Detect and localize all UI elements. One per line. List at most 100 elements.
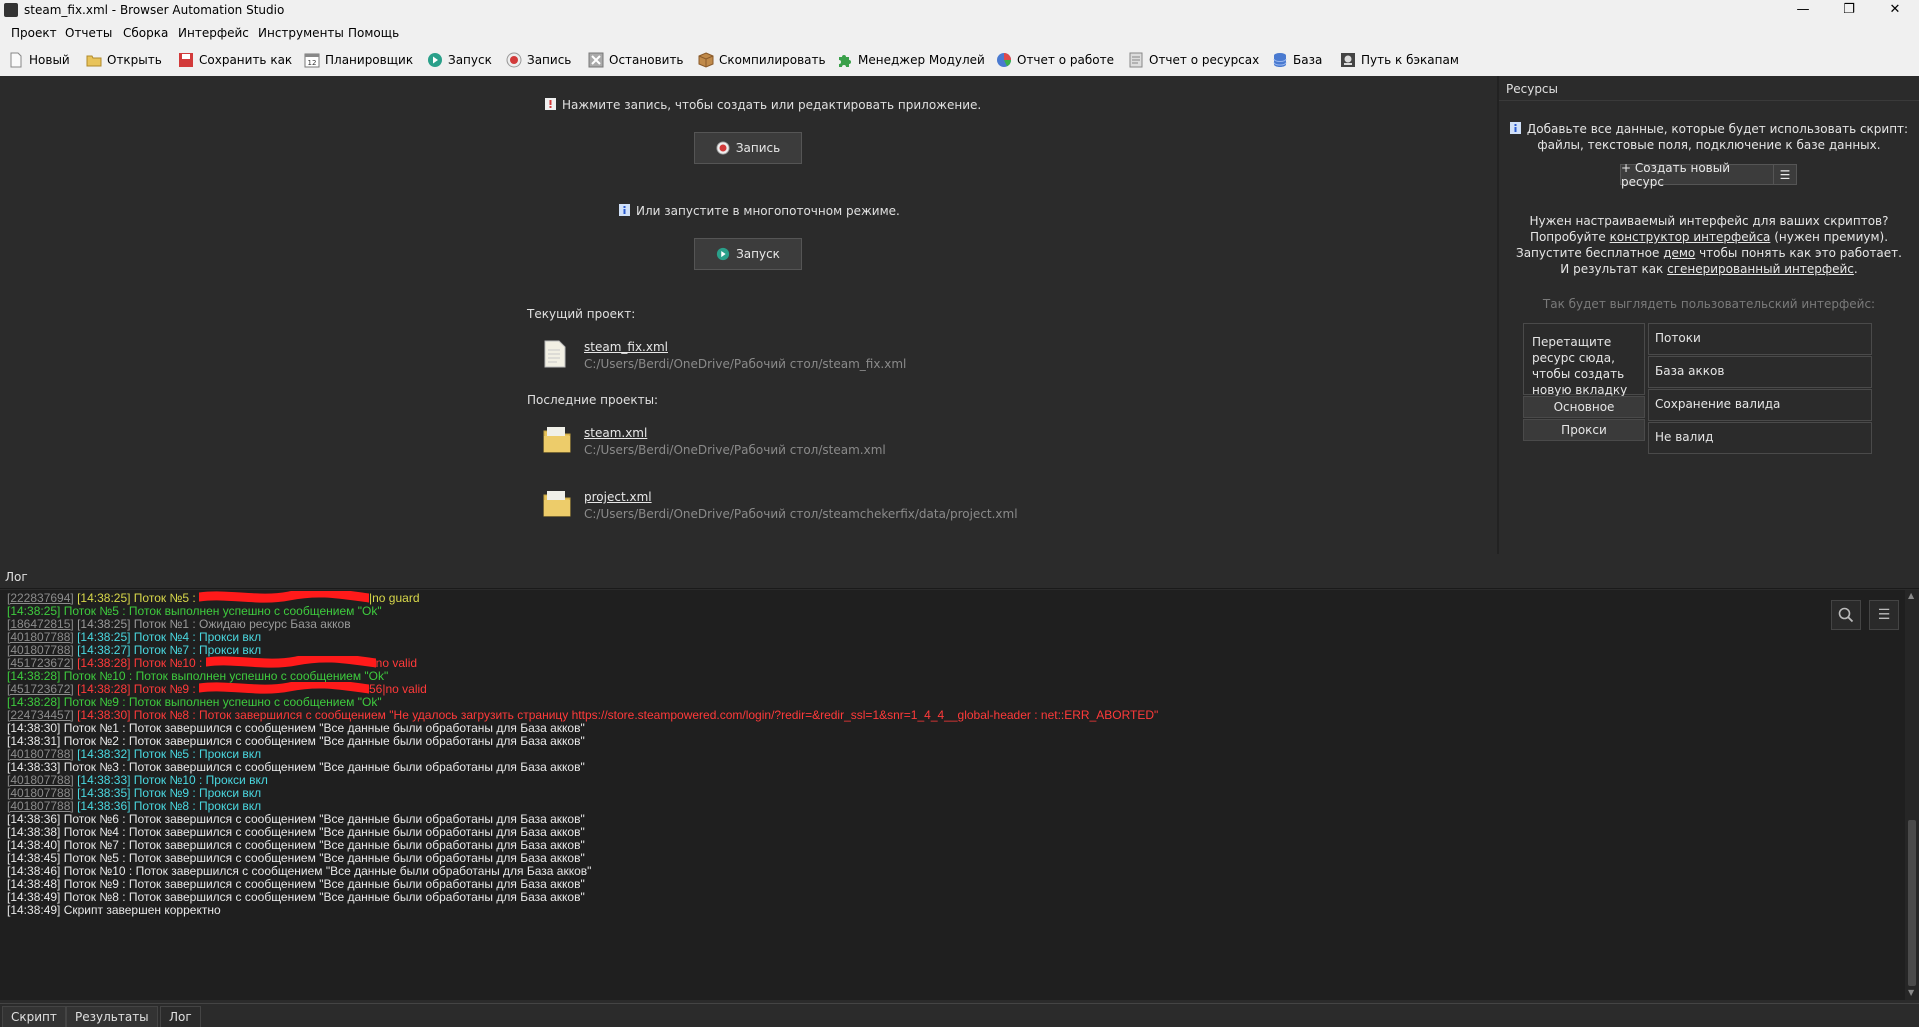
menu-help[interactable]: Помощь <box>348 26 399 40</box>
log-line: [14:38:48] Поток №9 : Поток завершился с… <box>7 877 585 891</box>
toolbar-compile-button[interactable]: Скомпилировать <box>698 50 826 70</box>
log-line-id[interactable]: [186472815] <box>7 617 74 631</box>
info-icon <box>1509 122 1521 134</box>
log-line-id[interactable]: [401807788] <box>7 799 74 813</box>
maximize-button[interactable]: ❐ <box>1826 0 1872 22</box>
generated-interface-link[interactable]: сгенерированный интерфейс <box>1667 262 1854 276</box>
recent-projects-label: Последние проекты: <box>527 393 659 407</box>
log-line-id[interactable]: [451723672] <box>7 682 74 696</box>
log-line-text: [14:38:49] Скрипт завершен корректно <box>7 903 221 917</box>
preview-tab-main[interactable]: Основное <box>1523 396 1645 418</box>
redaction-scribble <box>201 653 381 668</box>
tab-script[interactable]: Скрипт <box>2 1006 66 1027</box>
new-file-icon <box>10 52 22 68</box>
menu-reports[interactable]: Отчеты <box>65 26 112 40</box>
resources-title: Ресурсы <box>1506 82 1559 96</box>
log-line-text: [14:38:30] Поток №8 : Поток завершился с… <box>77 708 1159 722</box>
log-title: Лог <box>5 570 28 584</box>
log-line-id[interactable]: [401807788] <box>7 630 74 644</box>
toolbar-open-button[interactable]: Открыть <box>86 50 162 70</box>
toolbar-stop-button[interactable]: Остановить <box>588 50 684 70</box>
log-line: [401807788] [14:38:33] Поток №10 : Прокс… <box>7 773 268 787</box>
hamburger-icon: ☰ <box>1877 607 1891 623</box>
log-line: [14:38:49] Скрипт завершен корректно <box>7 903 221 917</box>
record-button[interactable]: Запись <box>694 132 802 164</box>
toolbar-resource-report-button[interactable]: Отчет о ресурсах <box>1128 50 1259 70</box>
info-icon <box>619 204 630 216</box>
toolbar-work-report-button[interactable]: Отчет о работе <box>996 50 1114 70</box>
calendar-icon: 12 <box>304 53 320 68</box>
preview-tab-proxy[interactable]: Прокси <box>1523 419 1645 441</box>
scroll-up-arrow-icon[interactable]: ▲ <box>1908 592 1916 600</box>
log-search-button[interactable] <box>1831 600 1861 630</box>
preview-field[interactable]: База акков <box>1648 356 1872 388</box>
toolbar-record-button[interactable]: Запись <box>506 50 571 70</box>
log-line-id[interactable]: [401807788] <box>7 773 74 787</box>
document-icon <box>1129 52 1143 68</box>
log-line: [451723672] [14:38:28] Поток №9 : 56|no … <box>7 679 427 696</box>
recent-project-name[interactable]: steam.xml <box>584 426 886 440</box>
toolbar-save-as-button[interactable]: Сохранить как <box>178 50 292 70</box>
app-icon <box>4 3 18 17</box>
toolbar-database-button[interactable]: База <box>1272 50 1322 70</box>
log-line-id[interactable]: [451723672] <box>7 656 74 670</box>
preview-field[interactable]: Сохранение валида <box>1648 389 1872 421</box>
resources-panel: Ресурсы Добавьте все данные, которые буд… <box>1499 76 1919 554</box>
redaction-scribble <box>194 590 374 603</box>
log-output[interactable]: [222837694] [14:38:25] Поток №5 : |no gu… <box>0 590 1905 1000</box>
log-line: [401807788] [14:38:35] Поток №9 : Прокси… <box>7 786 261 800</box>
play-icon <box>428 53 442 67</box>
toolbar-module-manager-button[interactable]: Менеджер Модулей <box>837 50 985 70</box>
menu-project[interactable]: Проект <box>11 26 57 40</box>
create-resource-button[interactable]: + Создать новый ресурс <box>1620 161 1774 189</box>
log-scrollbar[interactable]: ▲ ▼ <box>1905 590 1919 1000</box>
demo-link[interactable]: демо <box>1663 246 1695 260</box>
log-scrollbar-thumb[interactable] <box>1908 820 1916 986</box>
tab-log[interactable]: Лог <box>160 1006 201 1027</box>
current-project-path: C:/Users/Berdi/OneDrive/Рабочий стол/ste… <box>584 357 907 371</box>
recent-project-path: C:/Users/Berdi/OneDrive/Рабочий стол/ste… <box>584 507 1018 521</box>
log-line: [14:38:28] Поток №9 : Поток выполнен усп… <box>7 695 382 709</box>
preview-field[interactable]: Потоки <box>1648 323 1872 355</box>
log-line-text: [14:38:25] Поток №1 : Ожидаю ресурс База… <box>77 617 351 631</box>
log-line: [224734457] [14:38:30] Поток №8 : Поток … <box>7 708 1158 722</box>
log-line-id[interactable]: [401807788] <box>7 747 74 761</box>
preview-field[interactable]: Не валид <box>1648 422 1872 454</box>
recent-project-name[interactable]: project.xml <box>584 490 1018 504</box>
current-project-name[interactable]: steam_fix.xml <box>584 340 906 354</box>
tab-results[interactable]: Результаты <box>66 1006 158 1027</box>
log-line-text: [14:38:36] Поток №8 : Прокси вкл <box>77 799 262 813</box>
log-line-id[interactable]: [401807788] <box>7 786 74 800</box>
log-line-id[interactable]: [224734457] <box>7 708 74 722</box>
log-line-text: [14:38:28] Поток №10 : Поток выполнен ус… <box>7 669 389 683</box>
scroll-down-arrow-icon[interactable]: ▼ <box>1908 989 1916 997</box>
log-line: [14:38:45] Поток №5 : Поток завершился с… <box>7 851 585 865</box>
recent-project-item[interactable]: steam.xml C:/Users/Berdi/OneDrive/Рабочи… <box>584 426 886 457</box>
resources-hint: Добавьте все данные, которые будет испол… <box>1499 121 1919 153</box>
interface-constructor-link[interactable]: конструктор интерфейса <box>1610 230 1771 244</box>
run-button[interactable]: Запуск <box>694 238 802 270</box>
resource-menu-button[interactable]: ☰ <box>1773 164 1797 185</box>
log-line: [14:38:49] Поток №8 : Поток завершился с… <box>7 890 585 904</box>
log-header: Лог <box>0 566 1919 589</box>
log-line-tail: no valid <box>375 656 418 670</box>
close-button[interactable]: ✕ <box>1872 0 1918 22</box>
toolbar-new-button[interactable]: Новый <box>8 50 70 70</box>
search-icon <box>1838 607 1854 623</box>
recent-project-item[interactable]: project.xml C:/Users/Berdi/OneDrive/Рабо… <box>584 490 1018 521</box>
toolbar-run-button[interactable]: Запуск <box>427 50 492 70</box>
menu-build[interactable]: Сборка <box>123 26 168 40</box>
current-project-label: Текущий проект: <box>527 307 636 321</box>
menu-interface[interactable]: Интерфейс <box>178 26 249 40</box>
toolbar-scheduler-button[interactable]: 12 Планировщик <box>304 50 413 70</box>
log-line-id[interactable]: [401807788] <box>7 643 74 657</box>
log-menu-button[interactable]: ☰ <box>1869 600 1899 630</box>
toolbar-backup-path-button[interactable]: Путь к бэкапам <box>1340 50 1459 70</box>
log-line-id[interactable]: [222837694] <box>7 591 74 605</box>
stop-icon <box>588 52 604 68</box>
database-icon <box>1273 53 1287 67</box>
minimize-button[interactable]: — <box>1780 0 1826 22</box>
menu-tools[interactable]: Инструменты <box>258 26 344 40</box>
current-project-item[interactable]: steam_fix.xml C:/Users/Berdi/OneDrive/Ра… <box>584 340 906 371</box>
preview-drop-zone[interactable]: Перетащите ресурс сюда, чтобы создать но… <box>1523 323 1645 397</box>
